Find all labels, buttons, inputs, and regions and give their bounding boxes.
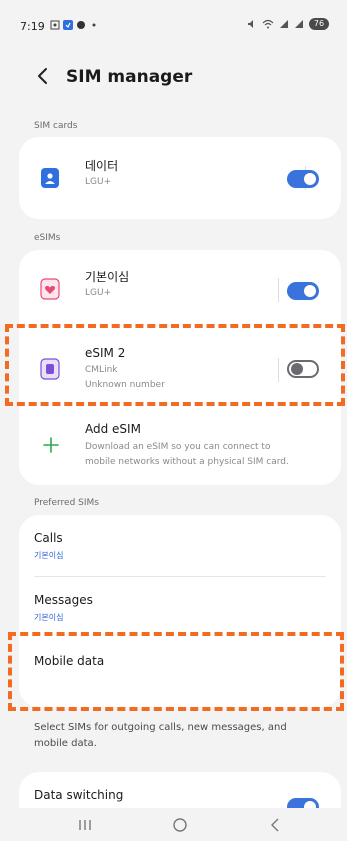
add-esim-title: Add eSIM	[85, 422, 141, 436]
footnote-line2: mobile data.	[34, 738, 97, 749]
chat-icon	[77, 21, 85, 29]
battery-indicator: 76	[309, 18, 329, 30]
wifi-icon	[262, 19, 274, 29]
preferred-calls-item[interactable]: Calls 기본이심	[19, 515, 341, 575]
signal-icon-1	[280, 20, 288, 28]
esim-carrier: LGU+	[85, 288, 112, 298]
dot-icon	[92, 23, 96, 27]
mute-icon	[248, 20, 253, 28]
esim-item-basic[interactable]: 기본이심 LGU+	[19, 250, 341, 330]
divider	[278, 278, 279, 302]
preferred-messages-label: Messages	[34, 593, 93, 607]
sim-card-icon	[41, 168, 59, 188]
signal-icon-2	[295, 20, 303, 28]
add-esim-description-line1: Download an eSIM so you can connect to	[85, 442, 271, 452]
screenshot-icon	[50, 20, 60, 30]
toggle-knob	[304, 173, 316, 185]
sim-card-item-data[interactable]: 데이터 LGU+	[19, 137, 341, 219]
section-label-esims: eSIMs	[34, 233, 61, 243]
annotation-highlight-esim2	[5, 324, 345, 406]
preferred-messages-item[interactable]: Messages 기본이심	[19, 577, 341, 637]
plus-icon	[43, 437, 59, 453]
esim-heart-icon	[40, 278, 60, 300]
preferred-messages-value: 기본이심	[34, 613, 64, 622]
annotation-highlight-mobile-data	[8, 632, 344, 711]
app-bar: SIM manager	[0, 55, 347, 95]
sim-cards-card: 데이터 LGU+	[19, 137, 341, 219]
esim-name: 기본이심	[85, 270, 130, 284]
screen: 7:19 76 SIM manager SIM cards 데이터 LGU+ e…	[0, 0, 347, 841]
sim-card-name: 데이터	[85, 159, 119, 173]
sim-card-carrier: LGU+	[85, 177, 112, 187]
back-arrow-icon[interactable]	[34, 67, 52, 85]
preferred-calls-value: 기본이심	[34, 551, 64, 560]
app-notification-icon	[63, 20, 73, 30]
toggle-knob	[304, 285, 316, 297]
recent-apps-icon[interactable]	[75, 816, 95, 834]
preferred-calls-label: Calls	[34, 531, 63, 545]
data-switching-label: Data switching	[34, 788, 124, 802]
page-title: SIM manager	[66, 67, 193, 87]
status-time: 7:19	[20, 20, 45, 33]
add-esim-item[interactable]: Add eSIM Download an eSIM so you can con…	[19, 406, 341, 485]
back-nav-icon[interactable]	[265, 816, 285, 834]
navigation-bar	[0, 808, 347, 841]
preferred-sims-footnote: Select SIMs for outgoing calls, new mess…	[34, 720, 324, 752]
sim-card-toggle[interactable]	[287, 170, 319, 188]
esim-toggle-basic[interactable]	[287, 282, 319, 300]
status-notification-icons	[50, 20, 99, 30]
section-label-sim-cards: SIM cards	[34, 121, 78, 131]
section-label-preferred: Preferred SIMs	[34, 498, 99, 508]
home-icon[interactable]	[170, 816, 190, 834]
footnote-line1: Select SIMs for outgoing calls, new mess…	[34, 722, 287, 733]
status-system-icons: 76	[247, 18, 329, 30]
add-esim-description-line2: mobile networks without a physical SIM c…	[85, 457, 289, 467]
status-bar: 7:19 76	[0, 0, 347, 40]
